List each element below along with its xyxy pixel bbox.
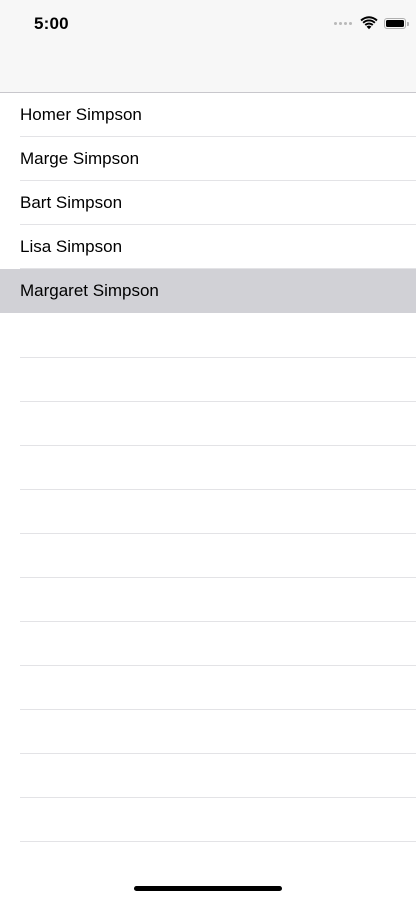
cellular-signal-icon: [334, 21, 352, 25]
home-indicator[interactable]: [134, 886, 282, 891]
empty-row-separator: [20, 577, 416, 578]
empty-row-separator: [20, 797, 416, 798]
status-time: 5:00: [34, 14, 69, 33]
simpsons-list: Homer Simpson Marge Simpson Bart Simpson…: [0, 93, 416, 313]
battery-icon: [384, 17, 409, 29]
empty-row-separator: [20, 709, 416, 710]
navigation-bar: 5:00: [0, 0, 416, 93]
list-item[interactable]: Homer Simpson: [0, 93, 416, 137]
battery-fill: [386, 19, 404, 27]
empty-row-separator: [20, 665, 416, 666]
empty-row-separator: [20, 533, 416, 534]
empty-row-separator: [20, 621, 416, 622]
status-icons: [334, 15, 409, 31]
list-item[interactable]: Bart Simpson: [0, 181, 416, 225]
list-item[interactable]: Margaret Simpson: [0, 269, 416, 313]
empty-row-separator: [20, 445, 416, 446]
empty-row-separator: [20, 753, 416, 754]
empty-row-separator: [20, 357, 416, 358]
empty-row-separator: [20, 841, 416, 842]
empty-row-separator: [20, 489, 416, 490]
list-item[interactable]: Lisa Simpson: [0, 225, 416, 269]
empty-row-separator: [20, 401, 416, 402]
wifi-icon: [360, 16, 378, 30]
screen: 5:00 Homer Simpson Marge Simpson Bart Si…: [0, 0, 416, 900]
list-item[interactable]: Marge Simpson: [0, 137, 416, 181]
